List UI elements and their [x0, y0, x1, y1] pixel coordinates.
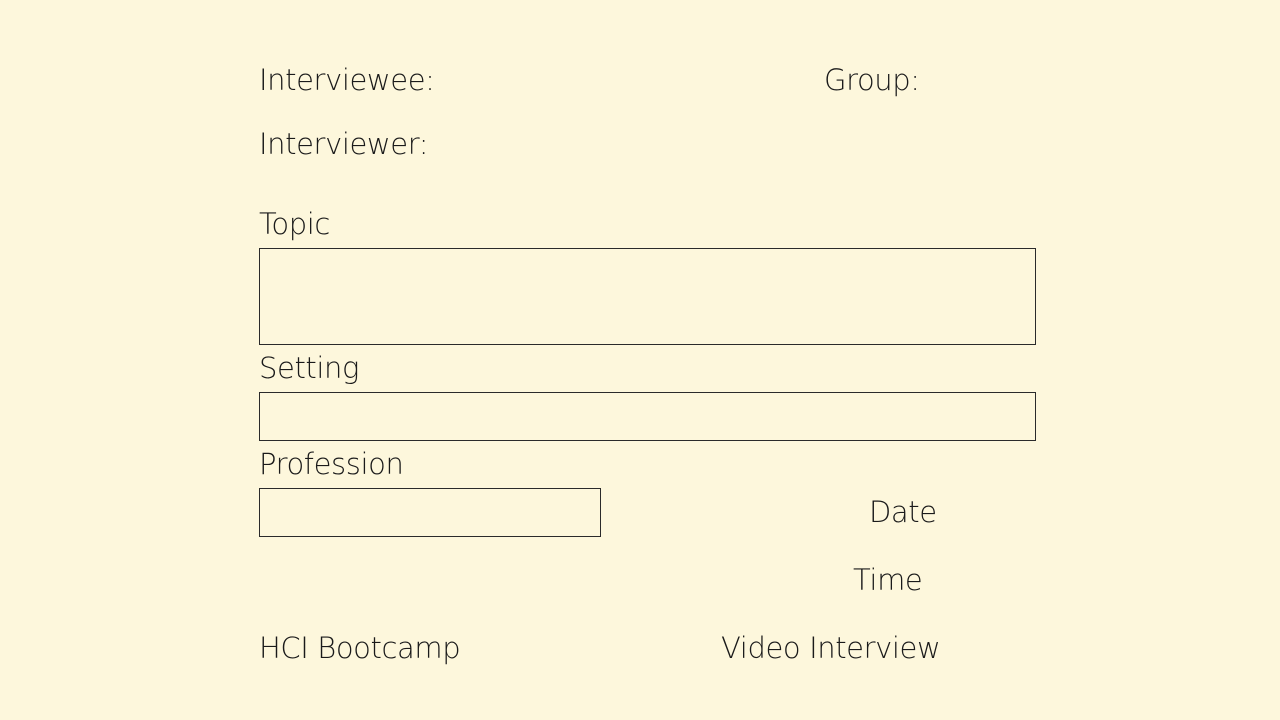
- setting-label: Setting: [259, 351, 360, 385]
- time-label: Time: [853, 563, 923, 597]
- topic-label: Topic: [259, 207, 330, 241]
- profession-label: Profession: [259, 447, 404, 481]
- group-label: Group:: [824, 63, 920, 97]
- topic-field[interactable]: [259, 248, 1036, 345]
- date-label: Date: [869, 495, 937, 529]
- interviewer-label: Interviewer:: [259, 127, 429, 161]
- profession-field[interactable]: [259, 488, 601, 537]
- footer-document-type: Video Interview: [721, 631, 941, 665]
- setting-field[interactable]: [259, 392, 1036, 441]
- interviewee-label: Interviewee:: [259, 63, 435, 97]
- footer-course-title: HCI Bootcamp: [259, 631, 461, 665]
